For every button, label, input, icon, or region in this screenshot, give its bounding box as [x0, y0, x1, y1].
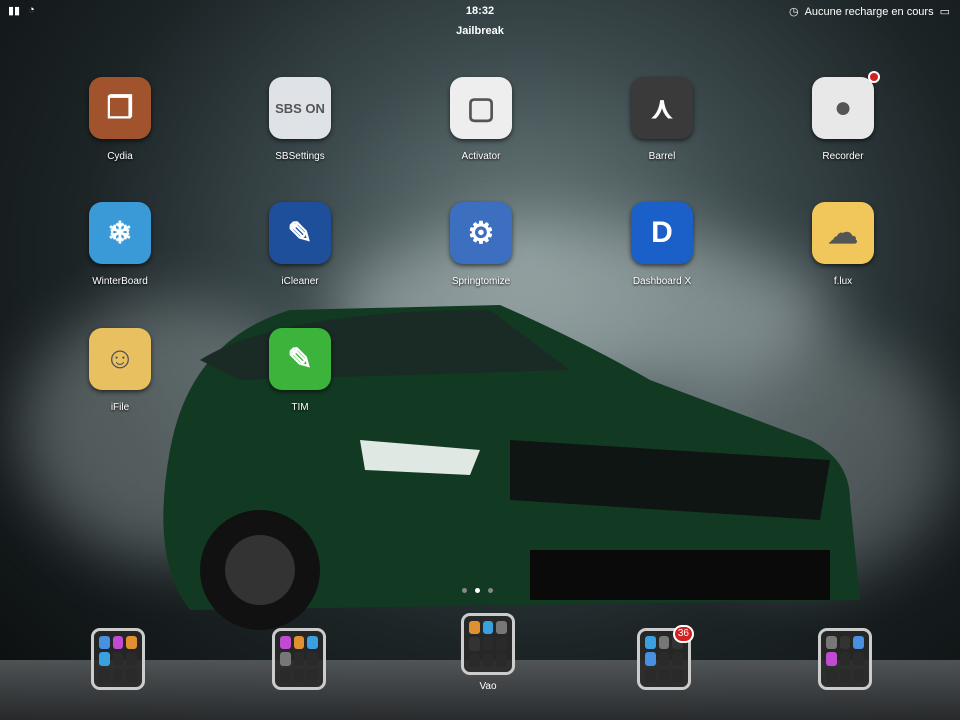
folder-app-thumb [99, 668, 110, 682]
app-label: WinterBoard [92, 276, 148, 287]
dock-folder[interactable] [461, 613, 515, 675]
folder-app-thumb [280, 668, 291, 682]
battery-icon: ▭ [939, 6, 950, 18]
folder-app-thumb [469, 621, 480, 635]
folder-app-thumb [496, 637, 507, 651]
folder-app-thumb [496, 621, 507, 635]
app-label: Dashboard X [632, 276, 692, 287]
app-label: Cydia [107, 151, 133, 162]
app-icon[interactable]: D [631, 202, 693, 264]
app-f-lux[interactable]: ☁ f.lux [788, 202, 898, 287]
app-icon[interactable]: ❄ [89, 202, 151, 264]
app-icon[interactable]: ✎ [269, 328, 331, 390]
folder-label: Vao [479, 681, 497, 692]
folder-app-thumb [112, 636, 124, 650]
app-springtomize[interactable]: ⚙ Springtomize [426, 202, 536, 287]
app-label: TIM [291, 402, 309, 413]
app-icon[interactable]: ✎ [269, 202, 331, 264]
folder-app-thumb [293, 668, 305, 682]
page-title: Jailbreak [456, 25, 504, 37]
app-icon[interactable]: ⋏ [631, 77, 693, 139]
app-barrel[interactable]: ⋏ Barrel [607, 77, 717, 162]
app-label: Barrel [648, 151, 676, 162]
app-label: Recorder [822, 151, 864, 162]
folder-app-thumb [99, 636, 110, 650]
folder-app-thumb [469, 653, 480, 667]
folder-app-thumb [280, 636, 291, 650]
folder-app-thumb [839, 636, 851, 650]
folder-app-thumb [293, 652, 305, 666]
folder-app-thumb [112, 652, 124, 666]
app-label: SBSettings [275, 151, 325, 162]
folder-app-thumb [496, 653, 507, 667]
dock-folder[interactable] [818, 628, 872, 690]
folder-app-thumb [482, 653, 494, 667]
folder-app-thumb [307, 652, 318, 666]
folder-app-thumb [469, 637, 480, 651]
wallpaper-car [163, 305, 861, 630]
page-dot-current[interactable] [475, 588, 480, 593]
folder-app-thumb [672, 668, 683, 682]
folder-app-thumb [280, 652, 291, 666]
folder-app-thumb [126, 652, 137, 666]
folder-app-thumb [126, 668, 137, 682]
notification-dot [868, 71, 880, 83]
app-activator[interactable]: ▢ Activator [426, 77, 536, 162]
app-sbsettings[interactable]: SBS ON SBSettings [245, 77, 355, 162]
dock-folder[interactable]: 36 [637, 625, 694, 690]
page-indicator[interactable] [462, 588, 493, 593]
app-label: Activator [461, 151, 501, 162]
folder-app-thumb [482, 621, 494, 635]
dock-folder[interactable] [272, 628, 326, 690]
app-icon[interactable]: ☁ [812, 202, 874, 264]
folder-app-thumb [672, 652, 683, 666]
folder-app-thumb [293, 636, 305, 650]
folder-app-thumb [826, 668, 837, 682]
app-recorder[interactable]: ● Recorder [788, 71, 898, 162]
app-label: Springtomize [451, 276, 511, 287]
lock-rotation-icon: ◷ [788, 6, 799, 18]
folder-app-thumb [112, 668, 124, 682]
folder-app-thumb [853, 636, 864, 650]
page-dot[interactable] [462, 588, 467, 593]
app-icon[interactable]: ❒ [89, 77, 151, 139]
app-label: iCleaner [281, 276, 319, 287]
app-winterboard[interactable]: ❄ WinterBoard [65, 202, 175, 287]
folder-app-thumb [826, 636, 837, 650]
folder-app-thumb [826, 652, 837, 666]
app-ifile[interactable]: ☺ iFile [65, 328, 175, 413]
app-icon[interactable]: ⚙ [450, 202, 512, 264]
folder-app-thumb [307, 668, 318, 682]
folder-app-thumb [853, 652, 864, 666]
folder-app-thumb [307, 636, 318, 650]
folder-app-thumb [658, 652, 670, 666]
folder-app-thumb [658, 668, 670, 682]
app-label: f.lux [833, 276, 853, 287]
app-icleaner[interactable]: ✎ iCleaner [245, 202, 355, 287]
folder-app-thumb [839, 652, 851, 666]
app-icon[interactable]: ▢ [450, 77, 512, 139]
folder-app-thumb [99, 652, 110, 666]
app-icon[interactable]: ☺ [89, 328, 151, 390]
badge: 36 [672, 625, 694, 643]
app-tim[interactable]: ✎ TIM [245, 328, 355, 413]
app-label: iFile [110, 402, 130, 413]
app-cydia[interactable]: ❒ Cydia [65, 77, 175, 162]
charging-status: Aucune recharge en cours [804, 5, 934, 18]
dock-folder[interactable] [91, 628, 145, 690]
folder-app-thumb [126, 636, 137, 650]
folder-app-thumb [482, 637, 494, 651]
page-dot[interactable] [488, 588, 493, 593]
folder-app-thumb [645, 652, 656, 666]
status-bar: ▮▮ ◔ 18:32 ◷ Aucune recharge en cours ▭ [0, 0, 960, 22]
folder-app-thumb [645, 668, 656, 682]
folder-app-thumb [645, 636, 656, 650]
folder-app-thumb [839, 668, 851, 682]
app-icon[interactable]: SBS ON [269, 77, 331, 139]
folder-app-thumb [853, 668, 864, 682]
app-dashboard-x[interactable]: D Dashboard X [607, 202, 717, 287]
folder-app-thumb [658, 636, 670, 650]
app-icon[interactable]: ● [812, 71, 880, 139]
